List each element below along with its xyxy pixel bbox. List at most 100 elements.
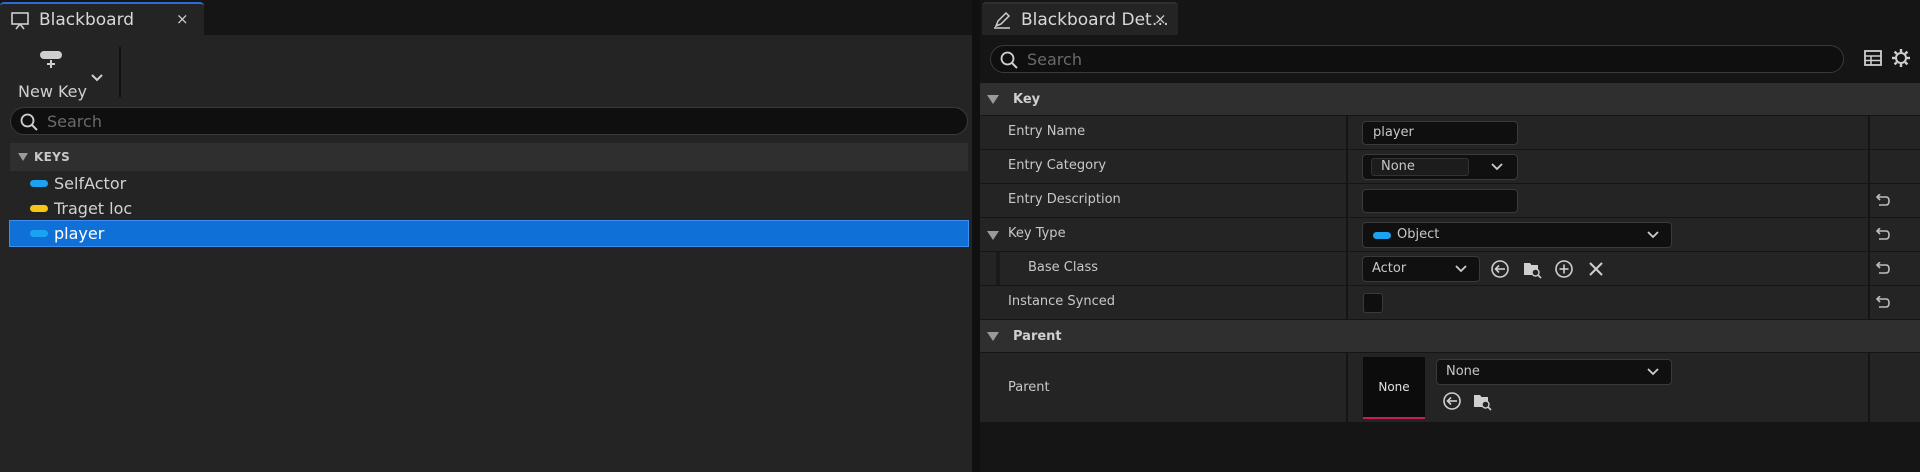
column-divider (1346, 252, 1348, 285)
column-divider (1868, 150, 1870, 183)
property-name: Entry Category (1008, 158, 1107, 173)
property-name: Instance Synced (1008, 294, 1116, 309)
details-body: Key Entry Name player Entry Category No (980, 35, 1920, 472)
browse-folder-icon[interactable] (1472, 391, 1492, 411)
property-name: Base Class (1028, 260, 1098, 275)
key-row-player[interactable]: player (9, 220, 969, 247)
object-pin-icon (30, 230, 48, 237)
parent-value: None (1446, 364, 1480, 379)
category-parent[interactable]: Parent (980, 320, 1920, 353)
base-class-combo[interactable]: Actor (1362, 256, 1480, 282)
close-icon[interactable]: × (176, 10, 189, 28)
editor-window: Blackboard × New Key Search KEYS SelfAct… (0, 0, 1920, 472)
keys-header-label: KEYS (34, 150, 71, 164)
panel-splitter[interactable] (972, 0, 980, 472)
tab-label: Blackboard Det… (1021, 9, 1169, 30)
search-icon (1000, 51, 1018, 69)
close-icon[interactable]: × (1154, 10, 1167, 28)
entry-category-value: None (1381, 159, 1415, 174)
collapse-triangle-icon[interactable] (987, 231, 999, 240)
new-key-label: New Key (18, 82, 87, 101)
tab-blackboard[interactable]: Blackboard × (0, 2, 204, 35)
chevron-down-icon (1647, 368, 1659, 376)
vector-pin-icon (30, 205, 48, 212)
entry-name-field[interactable]: player (1362, 121, 1518, 145)
reset-to-default-icon[interactable] (1874, 194, 1890, 208)
chevron-down-icon (1647, 231, 1659, 239)
row-key-type: Key Type Object (980, 218, 1920, 252)
search-icon (20, 113, 38, 131)
row-entry-description: Entry Description (980, 184, 1920, 218)
blackboard-icon (11, 11, 29, 29)
collapse-triangle-icon (987, 331, 999, 341)
collapse-triangle-icon (987, 94, 999, 104)
column-divider (1346, 218, 1348, 251)
object-pin-icon (30, 180, 48, 187)
column-divider (1346, 353, 1348, 422)
key-label: SelfActor (54, 174, 127, 193)
column-divider (1346, 286, 1348, 319)
category-key[interactable]: Key (980, 83, 1920, 116)
search-input[interactable] (47, 110, 953, 132)
category-label: Key (1013, 91, 1041, 107)
base-class-value: Actor (1372, 261, 1407, 276)
reset-to-default-icon[interactable] (1874, 296, 1890, 310)
new-key-icon (40, 51, 62, 68)
keys-search (10, 107, 968, 135)
property-name: Entry Description (1008, 192, 1121, 207)
blackboard-body: New Key KEYS (0, 35, 972, 472)
entry-category-combo[interactable]: None (1362, 154, 1518, 180)
row-entry-name: Entry Name player (980, 116, 1920, 150)
reset-to-default-icon[interactable] (1874, 262, 1890, 276)
browse-folder-icon[interactable] (1522, 259, 1542, 279)
column-divider (1868, 286, 1870, 319)
entry-description-field[interactable] (1362, 189, 1518, 213)
blackboard-toolbar: New Key (0, 35, 972, 101)
instance-synced-checkbox[interactable] (1363, 293, 1383, 313)
column-divider (1868, 353, 1870, 422)
property-name: Entry Name (1008, 124, 1086, 139)
key-row-selfactor[interactable]: SelfActor (10, 171, 968, 196)
key-label: player (54, 224, 105, 243)
entry-name-value: player (1373, 125, 1414, 140)
chevron-down-icon[interactable] (90, 73, 104, 83)
blackboard-tabbar: Blackboard × (0, 0, 972, 35)
object-pin-icon (1373, 232, 1391, 239)
parent-combo[interactable]: None (1436, 359, 1672, 385)
reset-to-default-icon[interactable] (1874, 228, 1890, 242)
table-view-icon[interactable] (1862, 47, 1884, 69)
column-divider (1346, 150, 1348, 183)
asset-thumbnail[interactable]: None (1363, 357, 1425, 419)
new-key-button[interactable]: New Key (12, 45, 112, 101)
tab-blackboard-details[interactable]: Blackboard Det… × (982, 2, 1178, 35)
column-divider (1868, 116, 1870, 149)
column-divider (1868, 218, 1870, 251)
use-selected-icon[interactable] (1490, 259, 1510, 279)
column-divider (1346, 116, 1348, 149)
row-entry-category: Entry Category None (980, 150, 1920, 184)
row-instance-synced: Instance Synced (980, 286, 1920, 320)
search-input[interactable] (1027, 48, 1829, 70)
keys-section-header[interactable]: KEYS (10, 143, 968, 171)
key-type-value: Object (1397, 227, 1440, 242)
blackboard-panel: Blackboard × New Key Search KEYS SelfAct… (0, 0, 972, 472)
key-list: SelfActor Traget loc player (9, 171, 969, 247)
row-parent: Parent None None (980, 353, 1920, 423)
category-label: Parent (1013, 328, 1062, 344)
row-base-class: Base Class Actor (980, 252, 1920, 286)
key-type-combo[interactable]: Object (1362, 222, 1672, 248)
details-tabbar: Blackboard Det… × (980, 0, 1920, 35)
key-label: Traget loc (54, 199, 133, 218)
property-name: Parent (1008, 380, 1050, 395)
indent-guide (996, 252, 1000, 285)
collapse-triangle-icon (18, 153, 28, 161)
details-tree: Key Entry Name player Entry Category Non… (980, 83, 1920, 423)
gear-icon[interactable] (1890, 47, 1912, 69)
details-search (990, 45, 1844, 73)
add-icon[interactable] (1554, 259, 1574, 279)
clear-icon[interactable] (1586, 259, 1606, 279)
column-divider (1868, 184, 1870, 217)
toolbar-separator (119, 47, 121, 97)
use-selected-icon[interactable] (1442, 391, 1462, 411)
key-row-traget-loc[interactable]: Traget loc (10, 196, 968, 221)
